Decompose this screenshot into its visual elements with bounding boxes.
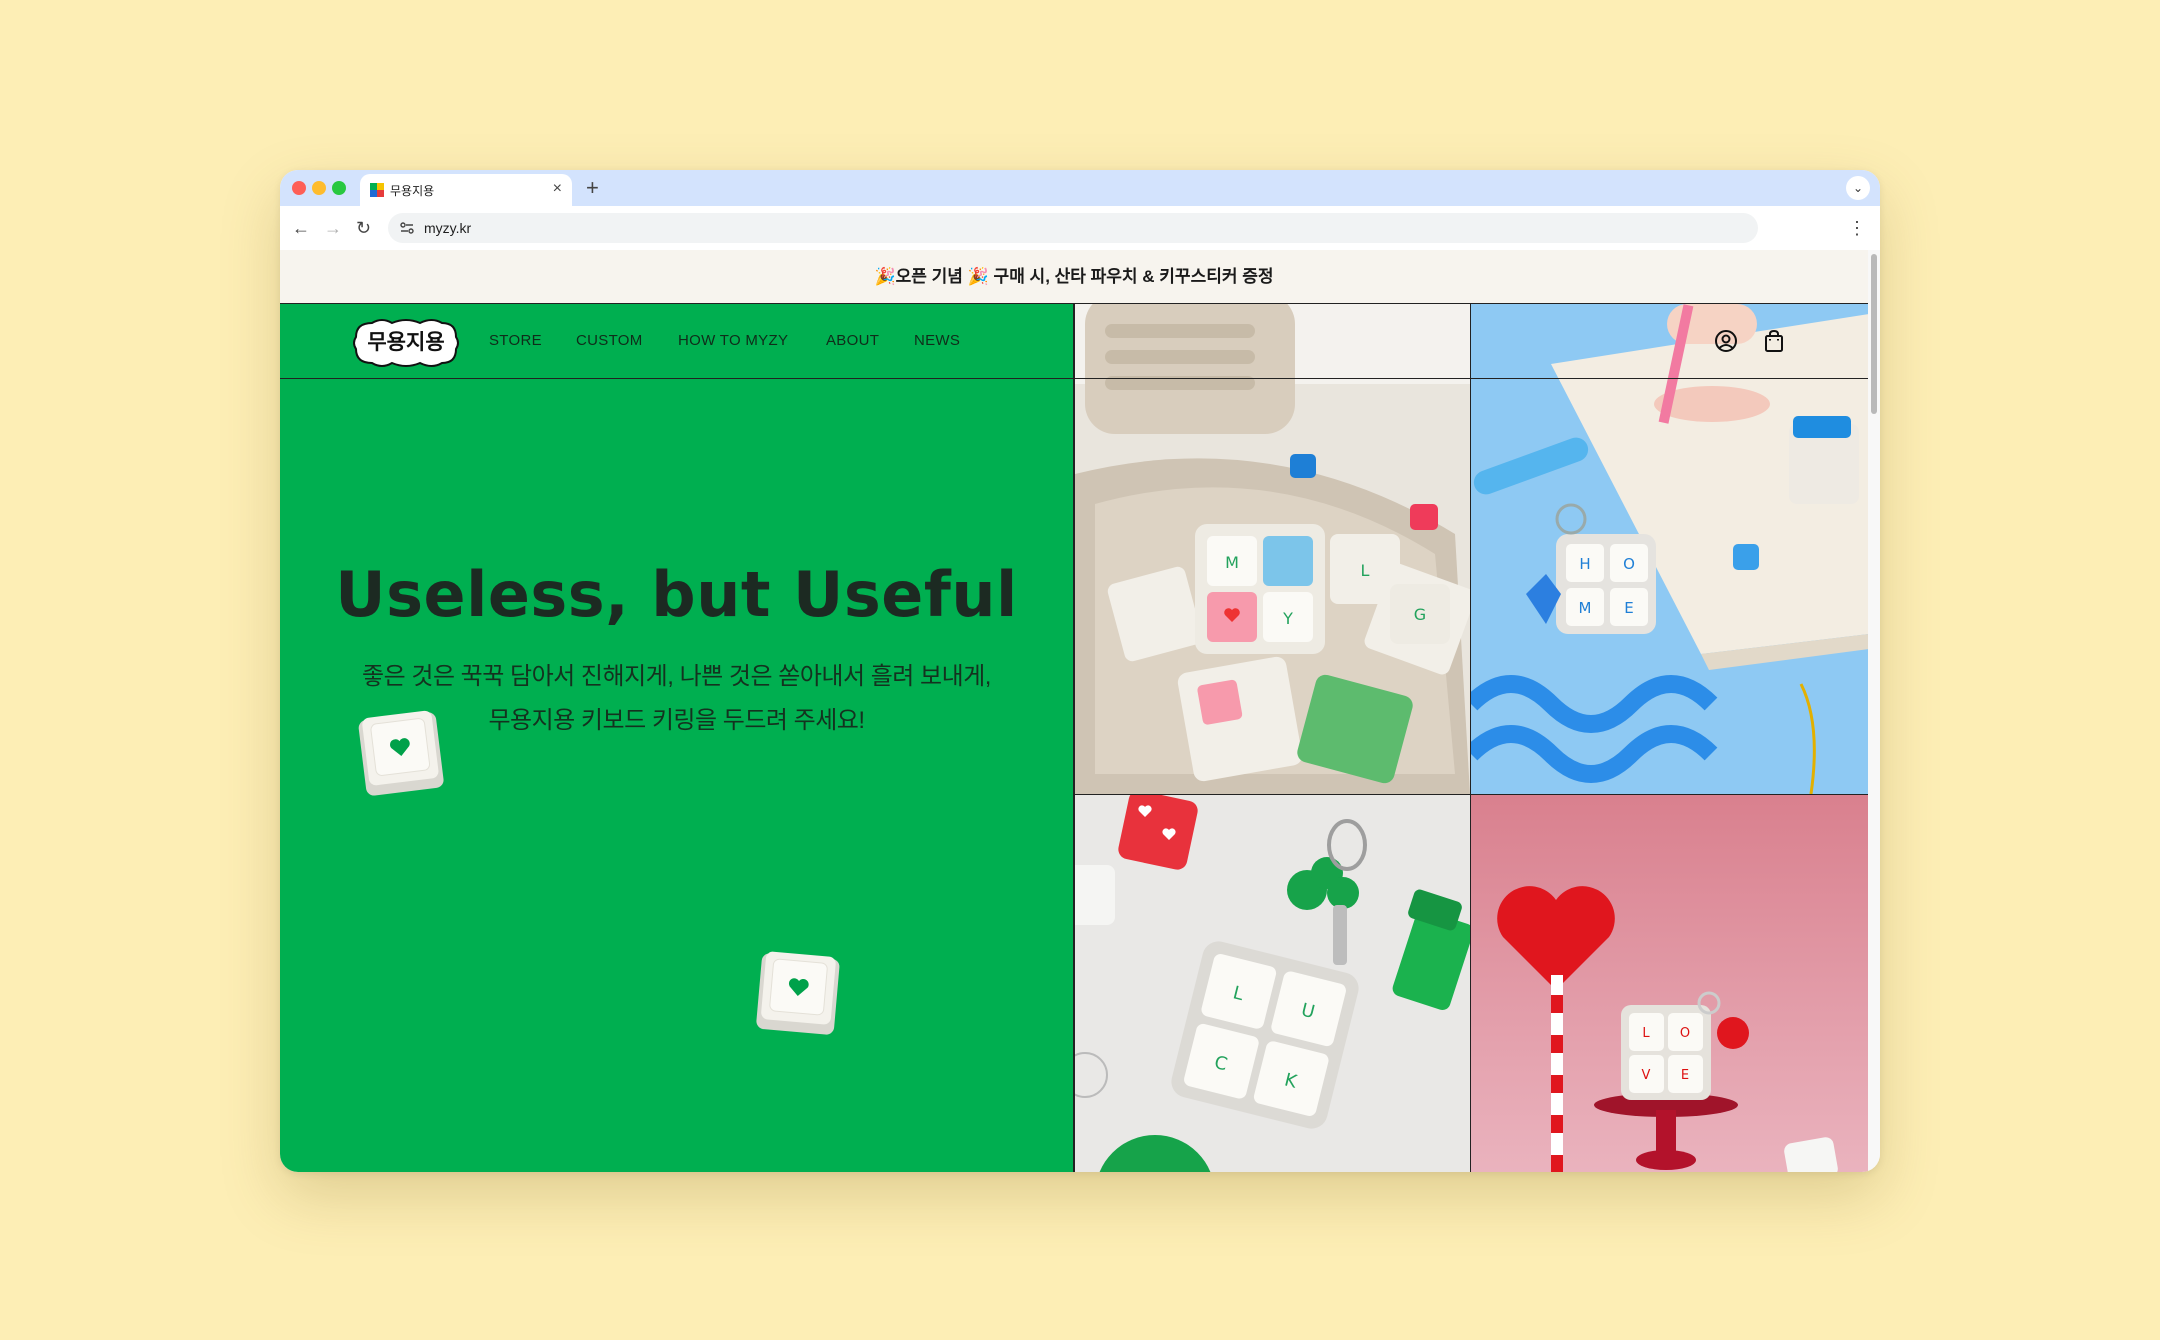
- favicon-icon: [370, 183, 384, 197]
- close-window-button[interactable]: [292, 181, 306, 195]
- url-text: myzy.kr: [424, 220, 472, 236]
- keycap-letter: V: [1642, 1068, 1651, 1083]
- keycap-letter: M: [1579, 599, 1592, 617]
- browser-window: 무용지용 × + ⌄ ← → ↻ myzy.kr ⋮ 🎉오픈 기념 🎉 구매 시…: [280, 170, 1880, 1172]
- forward-arrow-icon[interactable]: →: [324, 216, 342, 240]
- reload-icon[interactable]: ↻: [356, 216, 371, 240]
- keycap-heart-icon: [756, 951, 840, 1035]
- site-header: 무용지용 STORE CUSTOM HOW TO MYZY ABOUT NEWS: [280, 304, 1868, 379]
- scrollbar-thumb[interactable]: [1871, 254, 1877, 414]
- keycap-letter: L: [1642, 1026, 1650, 1041]
- keycap-letter: O: [1623, 555, 1635, 573]
- user-account-icon[interactable]: [1713, 328, 1739, 354]
- product-photo-tile[interactable]: L U C K: [1074, 795, 1470, 1172]
- tab-search-chevron-icon[interactable]: ⌄: [1846, 176, 1870, 200]
- hero-panel: Useless, but Useful 좋은 것은 꾹꾹 담아서 진해지게, 나…: [280, 304, 1074, 1172]
- back-arrow-icon[interactable]: ←: [292, 216, 310, 240]
- nav-store[interactable]: STORE: [489, 332, 542, 349]
- minimize-window-button[interactable]: [312, 181, 326, 195]
- nav-custom[interactable]: CUSTOM: [576, 332, 643, 349]
- browser-tab[interactable]: 무용지용 ×: [360, 174, 572, 206]
- address-bar[interactable]: myzy.kr: [388, 213, 1758, 243]
- keycap-letter: O: [1680, 1026, 1690, 1041]
- keycap-letter: L: [1361, 561, 1370, 580]
- keycap-letter: M: [1225, 553, 1239, 572]
- keycap-letter: E: [1681, 1068, 1689, 1083]
- nav-news[interactable]: NEWS: [914, 332, 960, 349]
- keycap-letter: H: [1579, 555, 1590, 573]
- new-tab-button[interactable]: +: [586, 174, 599, 202]
- keycap-letter: E: [1624, 599, 1633, 617]
- shopping-bag-icon[interactable]: [1761, 328, 1787, 354]
- browser-menu-icon[interactable]: ⋮: [1848, 216, 1866, 240]
- site-logo[interactable]: 무용지용: [352, 317, 460, 369]
- tab-title: 무용지용: [390, 184, 435, 198]
- keycap-heart-icon: [358, 710, 444, 796]
- hero-subtitle-line1: 좋은 것은 꾹꾹 담아서 진해지게, 나쁜 것은 쏟아내서 흘려 보내게,: [362, 663, 991, 690]
- tab-close-icon[interactable]: ×: [553, 179, 562, 199]
- page-scrollbar[interactable]: [1868, 250, 1880, 1172]
- product-photo-tile[interactable]: L O V E: [1470, 795, 1869, 1172]
- announcement-bar: 🎉오픈 기념 🎉 구매 시, 산타 파우치 & 키꾸스티커 증정: [280, 250, 1868, 304]
- browser-toolbar: ← → ↻ myzy.kr ⋮: [280, 206, 1880, 251]
- hero-headline: Useless, but Useful: [335, 558, 1018, 631]
- keycap-letter: Y: [1282, 609, 1293, 628]
- maximize-window-button[interactable]: [332, 181, 346, 195]
- web-page: 🎉오픈 기념 🎉 구매 시, 산타 파우치 & 키꾸스티커 증정 Useless…: [280, 250, 1880, 1172]
- site-info-icon[interactable]: [398, 219, 416, 237]
- logo-text: 무용지용: [367, 331, 445, 354]
- tab-strip: 무용지용 × + ⌄: [280, 170, 1880, 206]
- keycap-letter: G: [1414, 605, 1426, 624]
- nav-about[interactable]: ABOUT: [826, 332, 879, 349]
- nav-how-to-myzy[interactable]: HOW TO MYZY: [678, 332, 788, 349]
